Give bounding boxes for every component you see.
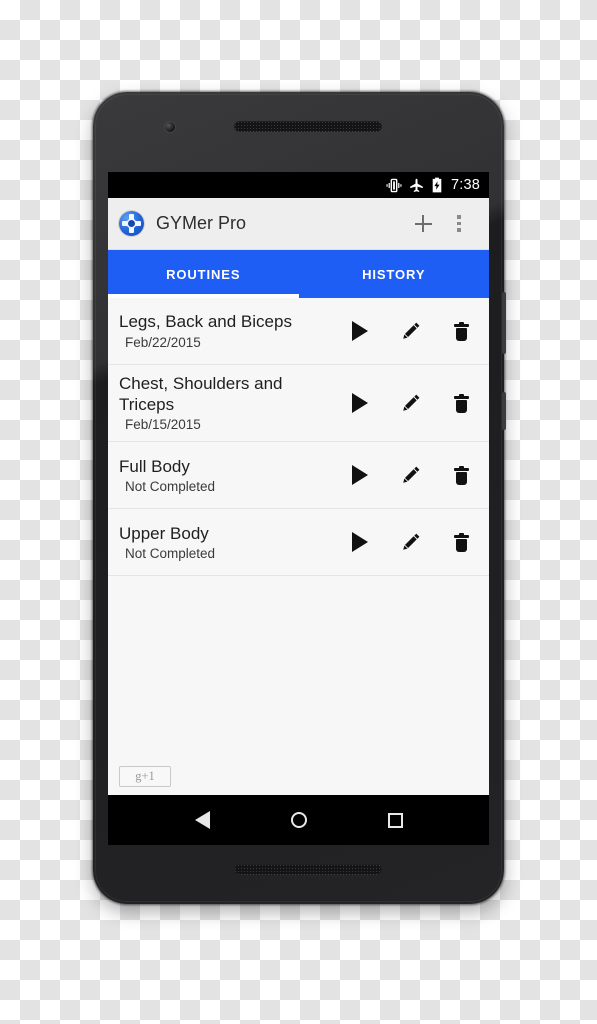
overflow-dots-icon [457,215,461,232]
table-row[interactable]: Upper Body Not Completed [108,509,489,577]
status-bar-clock: 7:38 [450,177,480,193]
edit-button[interactable] [385,306,436,356]
volume-button[interactable] [502,292,506,354]
add-routine-button[interactable] [405,204,441,244]
google-plus-one-button[interactable]: g+1 [119,766,171,787]
power-button[interactable] [502,392,506,430]
tab-history[interactable]: HISTORY [299,250,490,298]
play-icon [351,465,368,486]
routine-title: Upper Body [119,523,209,543]
front-camera [165,122,175,132]
routine-title: Full Body [119,456,190,476]
delete-trash-icon [454,532,469,552]
plus-icon [414,215,432,232]
routine-subtitle: Not Completed [125,479,216,495]
delete-trash-icon [454,465,469,485]
table-row[interactable]: Chest, Shoulders and Triceps Feb/15/2015 [108,365,489,443]
delete-button[interactable] [436,517,487,567]
tab-bar: ROUTINES HISTORY [108,250,489,298]
edit-button[interactable] [385,450,436,500]
table-row[interactable]: Legs, Back and Biceps Feb/22/2015 [108,298,489,365]
gymer-app-icon [119,211,144,236]
delete-trash-icon [454,321,469,341]
back-icon[interactable] [194,811,210,829]
overflow-menu-button[interactable] [441,204,477,244]
row-actions [334,306,487,356]
table-row[interactable]: Full Body Not Completed [108,442,489,510]
routine-subtitle: Not Completed [125,546,216,562]
vibrate-icon [386,178,402,192]
routine-subtitle: Feb/22/2015 [125,334,201,350]
phone-screen: 7:38 GYMer Pro ROUTINES HISTORY Legs, Ba… [108,172,489,845]
delete-button[interactable] [436,378,487,428]
phone-device-frame: 7:38 GYMer Pro ROUTINES HISTORY Legs, Ba… [93,92,506,904]
routine-subtitle: Feb/15/2015 [125,417,201,433]
row-text-block: Chest, Shoulders and Triceps Feb/15/2015 [119,365,334,441]
play-button[interactable] [334,378,385,428]
edit-button[interactable] [385,517,436,567]
edit-pencil-icon [402,534,419,551]
delete-button[interactable] [436,306,487,356]
airplane-mode-icon [410,178,423,192]
play-button[interactable] [334,450,385,500]
earpiece-speaker [234,121,382,132]
status-bar: 7:38 [108,172,489,198]
delete-button[interactable] [436,450,487,500]
play-icon [351,393,368,414]
play-icon [351,321,368,341]
routine-title: Chest, Shoulders and Triceps [119,374,283,414]
tab-routines[interactable]: ROUTINES [108,250,299,298]
row-text-block: Legs, Back and Biceps Feb/22/2015 [119,303,334,359]
row-text-block: Full Body Not Completed [119,448,334,504]
row-actions [334,450,487,500]
routines-list: Legs, Back and Biceps Feb/22/2015 Chest,… [108,298,489,577]
gplus-area: g+1 [108,752,171,787]
edit-pencil-icon [402,322,419,339]
home-icon[interactable] [290,812,307,828]
row-actions [334,378,487,428]
edit-pencil-icon [402,467,419,484]
app-title: GYMer Pro [156,213,247,233]
row-text-block: Upper Body Not Completed [119,515,334,571]
edit-button[interactable] [385,378,436,428]
tab-history-label: HISTORY [362,266,426,282]
play-icon [351,532,368,553]
android-navigation-bar [108,795,489,845]
play-button[interactable] [334,306,385,356]
edit-pencil-icon [402,394,419,412]
play-button[interactable] [334,517,385,567]
battery-charging-icon [432,177,442,193]
bottom-speaker [234,864,382,875]
row-actions [334,517,487,567]
delete-trash-icon [454,393,469,413]
routine-title: Legs, Back and Biceps [119,312,292,332]
recents-icon[interactable] [387,812,403,828]
tab-routines-label: ROUTINES [166,266,241,282]
app-toolbar: GYMer Pro [108,198,489,250]
